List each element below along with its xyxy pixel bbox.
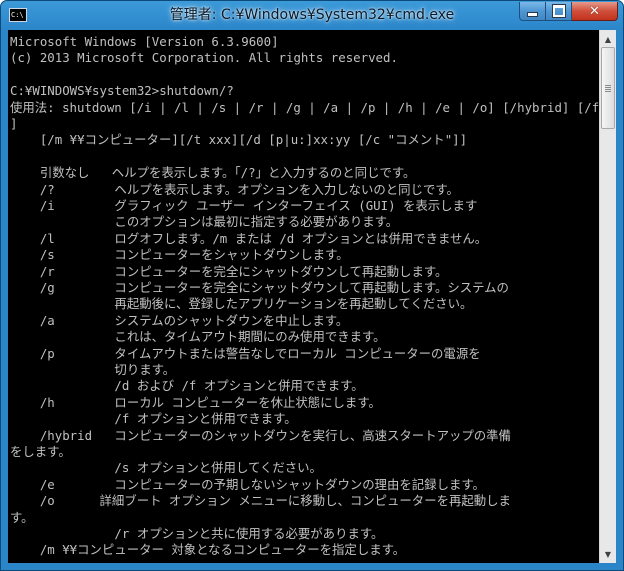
scroll-down-arrow-icon: ▼ bbox=[604, 549, 612, 559]
console-line: /i グラフィック ユーザー インターフェイス (GUI) を表示します bbox=[10, 198, 478, 213]
console-line: ] bbox=[10, 116, 18, 131]
console-line: 使用法: shutdown [/i | /l | /s | /r | /g | … bbox=[10, 99, 599, 115]
console-line: このオプションは最初に指定する必要があります。 bbox=[10, 214, 399, 230]
maximize-icon bbox=[551, 4, 566, 18]
title-bar[interactable]: C:\ 管理者: C:¥Windows¥System32¥cmd.exe ✕ bbox=[1, 1, 623, 30]
console-line: /r オプションと共に使用する必要があります。 bbox=[10, 526, 384, 541]
console-line: /s コンピューターをシャットダウンします。 bbox=[10, 247, 349, 263]
console-line: /s オプションと併用してください。 bbox=[10, 460, 322, 476]
console-line: す。 bbox=[10, 509, 34, 525]
console-line: /l ログオフします。/m または /d オプションとは併用できません。 bbox=[10, 230, 488, 246]
console-line: 引数なし ヘルプを表示します。「/?」と入力するのと同じです。 bbox=[10, 165, 416, 181]
console-line: /m ¥¥コンピューター 対象となるコンピューターを指定します。 bbox=[10, 542, 406, 558]
vertical-scrollbar[interactable]: ▲ ▼ bbox=[599, 30, 616, 563]
console-line: /p タイムアウトまたは警告なしでローカル コンピューターの電源を bbox=[10, 345, 481, 361]
console-line: これは、タイムアウト期間にのみ使用できます。 bbox=[10, 329, 386, 345]
minimize-icon bbox=[527, 12, 538, 17]
console-line: /o 詳細ブート オプション メニューに移動し、コンピューターを再起動しま bbox=[10, 493, 511, 509]
console-output[interactable]: Microsoft Windows [Version 6.3.9600] (c) … bbox=[8, 30, 599, 563]
close-icon: ✕ bbox=[589, 3, 600, 19]
console-line: をします。 bbox=[10, 444, 71, 459]
console-window: C:\ 管理者: C:¥Windows¥System32¥cmd.exe ✕ M… bbox=[0, 0, 624, 571]
console-line: 再起動後に、登録したアプリケーションを再起動してください。 bbox=[10, 296, 473, 312]
thumb-grip-line bbox=[605, 85, 611, 86]
console-line: /d および /f オプションと併用できます。 bbox=[10, 378, 364, 394]
console-line: (c) 2013 Microsoft Corporation. All righ… bbox=[10, 50, 398, 66]
scroll-up-button[interactable]: ▲ bbox=[600, 31, 616, 47]
console-line: /f オプションと併用できます。 bbox=[10, 411, 297, 427]
console-line: /e コンピューターの予期しないシャットダウンの理由を記録します。 bbox=[10, 476, 485, 492]
console-line: [/m ¥¥コンピューター][/t xxx][/d [p|u:]xx:yy [/… bbox=[10, 132, 468, 148]
scroll-up-arrow-icon: ▲ bbox=[604, 34, 612, 44]
console-line: /r コンピューターを完全にシャットダウンして再起動します。 bbox=[10, 263, 448, 279]
maximize-button[interactable] bbox=[546, 2, 572, 21]
minimize-button[interactable] bbox=[519, 2, 546, 21]
scrollbar-thumb[interactable] bbox=[601, 47, 615, 129]
console-line: Microsoft Windows [Version 6.3.9600] bbox=[10, 34, 279, 49]
console-line: /h ローカル コンピューターを休止状態にします。 bbox=[10, 394, 381, 410]
thumb-grip-line bbox=[605, 89, 611, 90]
scroll-down-button[interactable]: ▼ bbox=[600, 546, 616, 562]
thumb-grip-line bbox=[605, 91, 611, 92]
thumb-grip-line bbox=[605, 87, 611, 88]
console-line: 切ります。 bbox=[10, 362, 176, 377]
console-line: /g コンピューターを完全にシャットダウンして再起動します。システムの bbox=[10, 280, 509, 295]
console-line: /? ヘルプを表示します。オプションを入力しないのと同じです。 bbox=[10, 181, 459, 197]
console-line: /hybrid コンピューターのシャットダウンを実行し、高速スタートアップの準備 bbox=[10, 427, 511, 443]
console-line: C:¥WINDOWS¥system32>shutdown/? bbox=[10, 83, 234, 99]
console-line: /a システムのシャットダウンを中止します。 bbox=[10, 312, 349, 328]
close-button[interactable]: ✕ bbox=[572, 2, 618, 21]
